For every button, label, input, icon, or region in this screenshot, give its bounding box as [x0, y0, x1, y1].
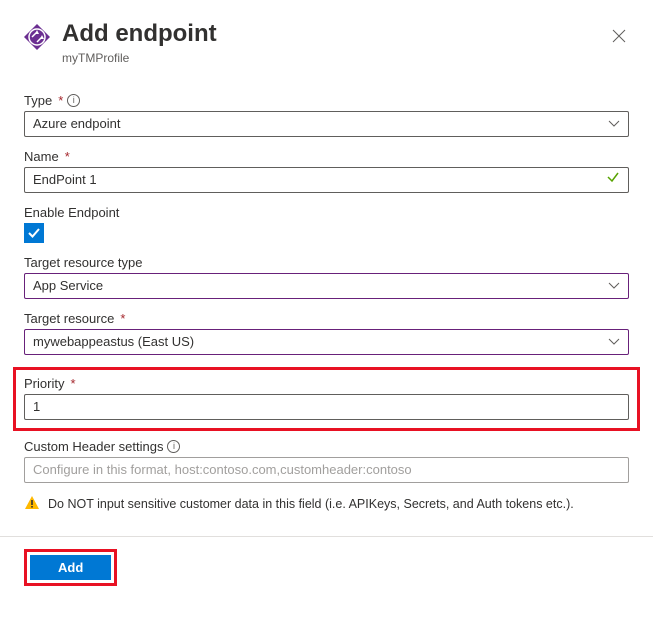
- enable-checkbox[interactable]: [24, 223, 44, 243]
- panel-subtitle: myTMProfile: [62, 51, 217, 65]
- target-resource-label: Target resource: [24, 311, 114, 326]
- required-indicator: *: [70, 376, 75, 391]
- type-label: Type: [24, 93, 52, 108]
- name-input[interactable]: EndPoint 1: [24, 167, 629, 193]
- warning-icon: [24, 495, 40, 514]
- chevron-down-icon: [608, 116, 620, 131]
- custom-header-input[interactable]: Configure in this format, host:contoso.c…: [24, 457, 629, 483]
- field-type: Type * i Azure endpoint: [24, 93, 629, 137]
- checkmark-icon: [27, 226, 41, 240]
- validation-check-icon: [606, 170, 620, 189]
- custom-header-label: Custom Header settings: [24, 439, 163, 454]
- field-name: Name * EndPoint 1: [24, 149, 629, 193]
- close-button[interactable]: [609, 26, 629, 46]
- priority-value: 1: [33, 399, 40, 414]
- name-value: EndPoint 1: [33, 172, 97, 187]
- chevron-down-icon: [608, 278, 620, 293]
- type-value: Azure endpoint: [33, 116, 120, 131]
- required-indicator: *: [58, 93, 63, 108]
- required-indicator: *: [120, 311, 125, 326]
- target-resource-type-select[interactable]: App Service: [24, 273, 629, 299]
- priority-label: Priority: [24, 376, 64, 391]
- panel-footer: Add: [0, 536, 653, 586]
- close-icon: [612, 29, 626, 43]
- warning-message: Do NOT input sensitive customer data in …: [24, 495, 629, 514]
- type-select[interactable]: Azure endpoint: [24, 111, 629, 137]
- target-resource-type-label: Target resource type: [24, 255, 143, 270]
- chevron-down-icon: [608, 334, 620, 349]
- name-label: Name: [24, 149, 59, 164]
- field-target-resource: Target resource * mywebappeastus (East U…: [24, 311, 629, 355]
- custom-header-placeholder: Configure in this format, host:contoso.c…: [33, 462, 412, 477]
- traffic-manager-icon: [24, 24, 50, 50]
- target-resource-type-value: App Service: [33, 278, 103, 293]
- field-enable: Enable Endpoint: [24, 205, 629, 243]
- target-resource-select[interactable]: mywebappeastus (East US): [24, 329, 629, 355]
- target-resource-value: mywebappeastus (East US): [33, 334, 194, 349]
- enable-label: Enable Endpoint: [24, 205, 119, 220]
- priority-highlight: Priority * 1: [13, 367, 640, 431]
- add-button-highlight: Add: [24, 549, 117, 586]
- info-icon[interactable]: i: [167, 440, 180, 453]
- warning-text: Do NOT input sensitive customer data in …: [48, 497, 574, 511]
- add-button[interactable]: Add: [30, 555, 111, 580]
- priority-input[interactable]: 1: [24, 394, 629, 420]
- panel-title: Add endpoint: [62, 20, 217, 49]
- field-custom-header: Custom Header settings i Configure in th…: [24, 439, 629, 483]
- required-indicator: *: [65, 149, 70, 164]
- info-icon[interactable]: i: [67, 94, 80, 107]
- field-target-resource-type: Target resource type App Service: [24, 255, 629, 299]
- panel-header: Add endpoint myTMProfile: [24, 20, 629, 65]
